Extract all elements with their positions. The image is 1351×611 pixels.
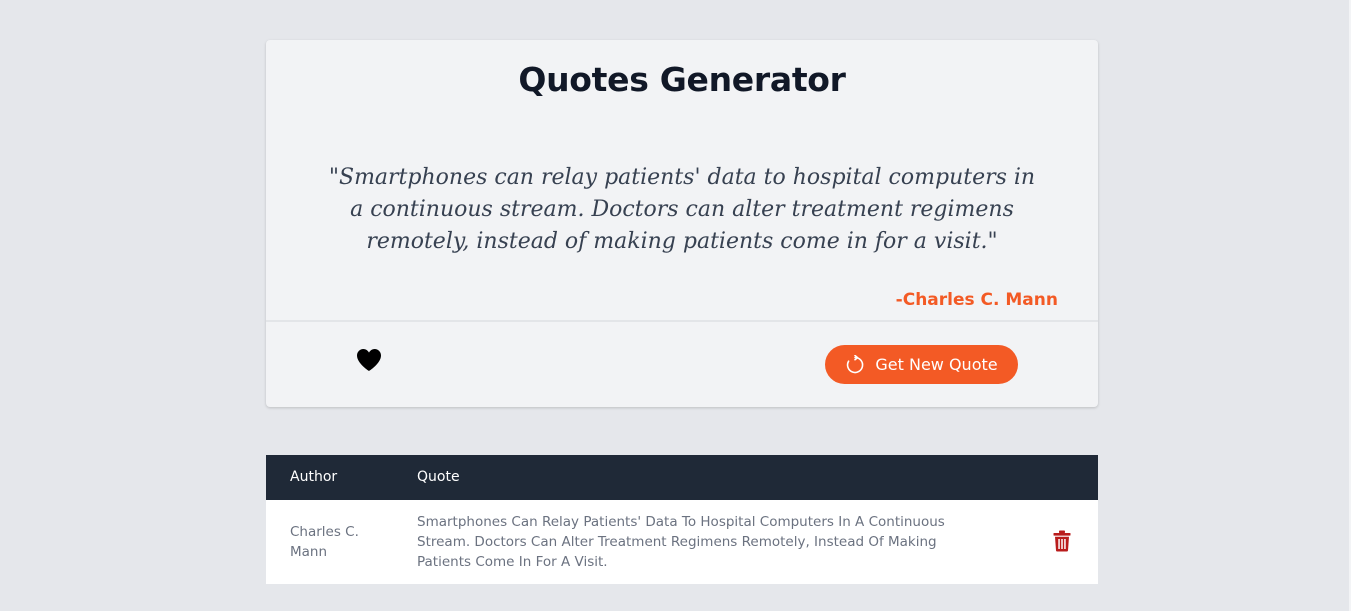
- saved-quotes-table: Author Quote Charles C. Mann Smartphones…: [266, 455, 1098, 584]
- quote-text: "Smartphones can relay patients' data to…: [328, 165, 1036, 254]
- heart-icon: [357, 349, 381, 371]
- card-divider: [266, 320, 1098, 322]
- row-author: Charles C. Mann: [290, 524, 359, 560]
- get-new-quote-label: Get New Quote: [875, 355, 998, 374]
- column-header-quote: Quote: [417, 469, 460, 485]
- quote-author: -Charles C. Mann: [895, 290, 1058, 310]
- get-new-quote-button[interactable]: Get New Quote: [825, 345, 1018, 384]
- refresh-icon: [847, 354, 864, 373]
- trash-icon: [1053, 530, 1071, 552]
- page-title: Quotes Generator: [518, 60, 846, 99]
- favorite-button[interactable]: [355, 346, 383, 374]
- column-header-author: Author: [290, 469, 338, 485]
- quote-card: Quotes Generator "Smartphones can relay …: [266, 40, 1098, 407]
- row-quote: Smartphones Can Relay Patients' Data To …: [417, 514, 945, 570]
- delete-quote-button[interactable]: [1051, 529, 1073, 553]
- table-header: Author Quote: [266, 455, 1098, 500]
- table-row: Charles C. Mann Smartphones Can Relay Pa…: [266, 500, 1098, 584]
